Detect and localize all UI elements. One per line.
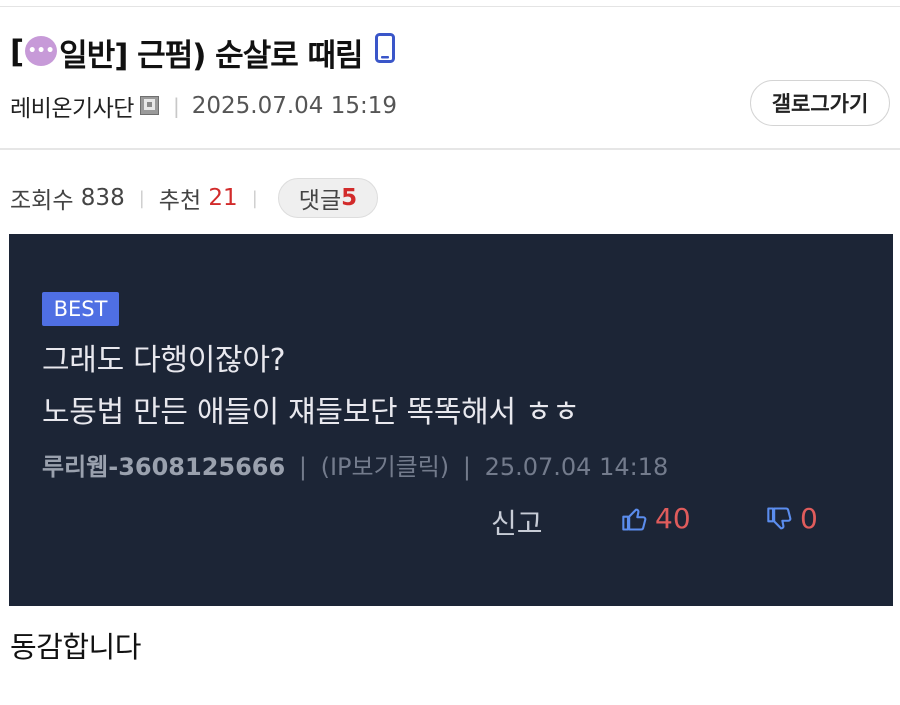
best-badge: BEST <box>42 292 119 326</box>
post-category: 일반 <box>59 37 115 74</box>
comments-button[interactable]: 댓글 5 <box>277 178 379 218</box>
comment-line-2: 노동법 만든 애들이 쟤들보단 똑똑해서 ㅎㅎ <box>42 395 580 430</box>
comment-date: 25.07.04 14:18 <box>484 453 669 481</box>
report-label: 신고 <box>491 507 543 540</box>
comment-line-1: 그래도 다행이잖아? <box>42 343 286 378</box>
stats-separator: | <box>251 187 258 209</box>
downvote-count: 0 <box>800 502 818 535</box>
comment-meta: 루리웹-3608125666 | (IP보기클릭) | 25.07.04 14:… <box>42 447 668 482</box>
upvote-count: 40 <box>655 502 691 535</box>
post-title-text: ] 근펌) 순살로 때림 <box>114 37 363 74</box>
post-title: [ ••• 일반 ] 근펌) 순살로 때림 <box>10 30 395 74</box>
comments-count: 5 <box>341 185 358 211</box>
downvote: 0 <box>766 502 818 535</box>
meta-separator: | <box>172 94 180 118</box>
speech-bubble-icon: ••• <box>25 36 58 66</box>
thumbs-up-icon <box>622 508 647 531</box>
recommend-count: 21 <box>208 185 238 211</box>
post-date: 2025.07.04 15:19 <box>191 93 398 119</box>
header-divider <box>0 148 900 150</box>
recommend-label: 추천 <box>158 188 202 214</box>
comment-ip: (IP보기클릭) <box>320 453 450 481</box>
stats-separator: | <box>138 187 145 209</box>
top-divider <box>0 6 900 7</box>
post-body: 동감합니다 <box>10 630 141 664</box>
title-bracket-open: [ <box>10 34 24 70</box>
phone-icon <box>374 33 395 67</box>
gallog-button[interactable]: 갤로그가기 <box>750 80 890 126</box>
post-stats: 조회수 838 | 추천 21 | 댓글 5 <box>10 176 379 220</box>
thumbs-down-icon <box>767 506 792 529</box>
post-meta: 레비온기사단 | 2025.07.04 15:19 <box>10 88 397 124</box>
comment-meta-separator: | <box>462 453 471 481</box>
comment-nickname: 루리웹-3608125666 <box>42 453 286 481</box>
views-count: 838 <box>80 185 125 211</box>
user-icon <box>139 95 159 115</box>
embedded-comment-image: BEST 그래도 다행이잖아? 노동법 만든 애들이 쟤들보단 똑똑해서 ㅎㅎ … <box>9 234 893 606</box>
comments-label: 댓글 <box>298 188 342 214</box>
author-name[interactable]: 레비온기사단 <box>10 89 134 123</box>
comment-meta-separator: | <box>298 453 307 481</box>
upvote: 40 <box>621 502 691 535</box>
views-label: 조회수 <box>10 188 74 214</box>
